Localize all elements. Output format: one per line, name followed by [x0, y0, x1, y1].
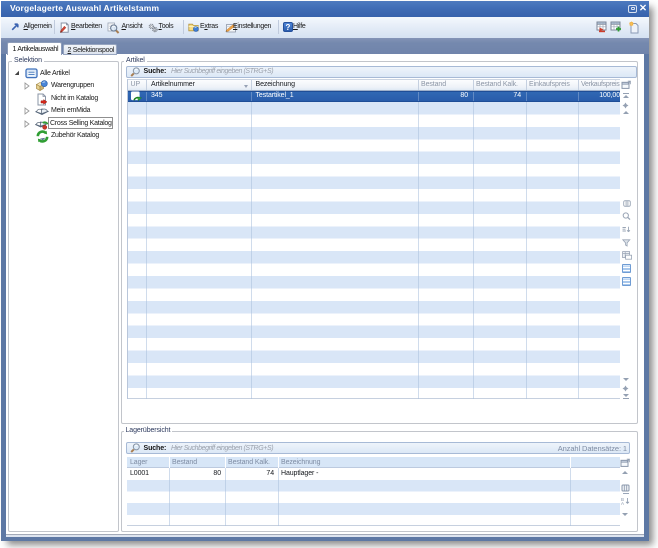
svg-text:A: A [621, 501, 624, 505]
